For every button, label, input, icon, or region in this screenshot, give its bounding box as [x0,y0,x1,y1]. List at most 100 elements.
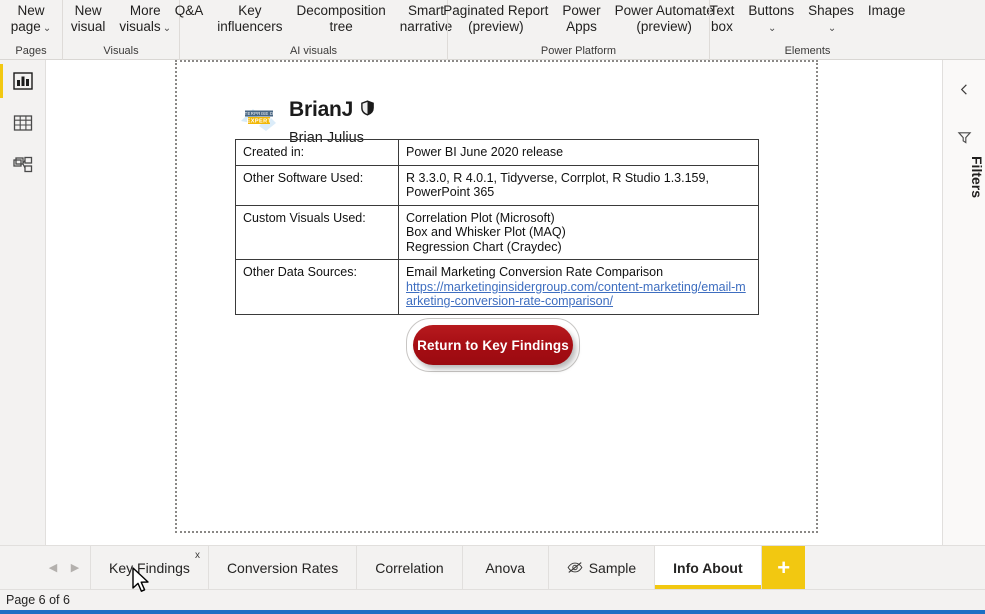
plus-icon: + [777,554,791,580]
model-relationships-icon [12,154,34,176]
next-page-button[interactable]: ▶ [64,555,86,581]
add-page-button[interactable]: + [761,546,805,589]
table-cell-key: Created in: [235,139,399,166]
return-to-key-findings-button[interactable]: Return to Key Findings [413,325,573,365]
ribbon-button-decomposition-tree[interactable]: Decomposition tree [290,1,393,34]
table-row: Other Data Sources: Email Marketing Conve… [235,259,759,315]
return-button-wrapper: Return to Key Findings [406,318,580,372]
table-cell-value: Email Marketing Conversion Rate Comparis… [398,259,759,315]
ribbon-button-new-page[interactable]: New page ⌄ [4,1,58,36]
data-source-link[interactable]: https://marketinginsidergroup.com/conten… [406,280,751,309]
table-cell-value-line: Box and Whisker Plot (MAQ) [406,225,566,239]
ribbon-button-label-line1: Image [867,3,906,18]
ribbon-group-label: Power Platform [540,45,617,57]
ribbon-button-shapes[interactable]: Shapes ⌄ [801,1,861,36]
ribbon-button-qanda[interactable]: Q&A [168,1,211,19]
ribbon-button-label-line2-text: visual [70,18,106,34]
table-icon [12,112,34,134]
page-nav-arrows: ◀ ▶ [0,546,90,589]
view-switcher-rail [0,60,46,553]
tab-key-findings[interactable]: Key Findings x [90,546,208,589]
ribbon-button-label-line2: (preview) [468,19,524,35]
filters-pane-collapsed: Filters [942,60,985,553]
page-tab-list: Key Findings x Conversion Rates Correlation… [90,546,762,589]
verified-shield-icon [360,99,375,121]
previous-page-button[interactable]: ◀ [42,555,64,581]
ribbon-group-elements: Text box Buttons ⌄ Shapes ⌄ Image Elements [709,0,905,60]
ribbon-button-label-line2-text: box [711,18,733,34]
page-tab-bar: ◀ ▶ Key Findings x Conversion Rates Correla… [0,545,985,589]
tab-correlation[interactable]: Correlation [356,546,462,589]
ribbon-button-label-line1: New [17,3,45,18]
page-tab-label: Info About [673,559,743,576]
page-tab-label: Correlation [375,559,444,576]
ribbon-group-label: Visuals [103,45,139,57]
ribbon-button-label-line1: Text [709,3,735,18]
tab-info-about[interactable]: Info About [654,546,762,589]
ribbon-button-text-box[interactable]: Text box [703,1,742,34]
tab-sample[interactable]: Sample [547,546,655,589]
page-indicator: Page 6 of 6 [6,593,70,607]
ribbon-button-new-visual[interactable]: New visual [64,1,113,34]
table-cell-value-line: Power BI June 2020 release [406,145,564,159]
ribbon-group-visuals: New visual More visuals ⌄ Visuals [62,0,179,60]
ribbon-button-label-line1: Decomposition [296,3,386,18]
chevron-left-icon [960,83,967,95]
chevron-down-icon[interactable]: ⌄ [43,23,51,34]
return-to-key-findings-label: Return to Key Findings [417,337,569,353]
ribbon-button-label-line2: tree [330,19,353,35]
ribbon-group-power-platform: Paginated Report (preview) Power Apps Power … [443,0,714,60]
ribbon-button-label-line1: Power [562,3,601,18]
ribbon-button-label-line2: Apps [566,19,597,35]
ribbon-button-label-line2-text: page [10,18,41,34]
ribbon-group-ai-visuals: Q&A Key influencers Decomposition tree Smart n… [175,0,452,60]
ribbon-button-label-line1: Key [238,3,262,18]
tab-conversion-rates[interactable]: Conversion Rates [207,546,357,589]
model-view-button[interactable] [0,144,46,186]
ribbon-button-label-line1: Shapes [808,3,854,18]
ribbon-button-label-line2-text: tree [329,18,353,34]
table-cell-value: Power BI June 2020 release [398,139,759,166]
data-view-button[interactable] [0,102,46,144]
ribbon-group-list: New page ⌄ Pages New visual More visuals ⌄ Visual… [0,0,905,60]
close-page-icon[interactable]: x [195,551,200,561]
table-cell-value-line: R 3.3.0, R 4.0.1, Tidyverse, Corrplot, R… [406,170,709,200]
chevron-down-icon[interactable]: ⌄ [828,23,836,34]
ribbon-button-image[interactable]: Image [861,1,913,19]
ribbon-button-label-line2: visuals ⌄ [119,19,171,37]
bar-chart-icon [12,70,34,92]
author-handle: BrianJ [289,98,354,121]
expand-filters-pane-button[interactable] [943,72,985,106]
hidden-page-eye-icon [567,561,583,574]
ribbon-button-paginated-report[interactable]: Paginated Report (preview) [436,1,555,34]
ribbon-button-label-line2: ⌄ [826,19,836,37]
filter-funnel-icon [943,122,985,152]
report-canvas-area: ENTERPRISE DNA EXPERT BrianJ Brian Juliu… [46,60,942,553]
report-view-button[interactable] [0,60,46,102]
report-info-table: Created in: Power BI June 2020 release Oth… [235,139,759,315]
ribbon-button-key-influencers[interactable]: Key influencers [210,1,289,34]
ribbon-button-power-apps[interactable]: Power Apps [555,1,607,34]
status-bar: Page 6 of 6 [0,589,985,610]
page-tab-label: Sample [588,559,637,576]
table-cell-value-line: Email Marketing Conversion Rate Comparis… [406,265,664,279]
ribbon-button-label-line1: Power Automate [614,3,714,18]
table-cell-key: Custom Visuals Used: [235,204,399,260]
ribbon-button-label-line2-text: (preview) [636,18,692,34]
ribbon-button-buttons[interactable]: Buttons ⌄ [741,1,801,36]
ribbon-button-label-line2: influencers [217,19,282,35]
page-tab-label: Anova [485,559,526,576]
svg-text:ENTERPRISE DNA: ENTERPRISE DNA [239,111,279,116]
svg-text:EXPERT: EXPERT [247,118,272,124]
ribbon-button-label-line2-text: influencers [217,18,283,34]
ribbon-button-label-line1: New [74,3,102,18]
ribbon-button-label-line2-text: Apps [566,18,597,34]
ribbon-button-label-line1: Buttons [748,3,795,18]
ribbon-button-label-line2: (preview) [636,19,692,35]
ribbon-button-label-line2: visual [71,19,106,35]
table-cell-key: Other Software Used: [235,164,399,206]
table-cell-value-line: Correlation Plot (Microsoft) [406,210,555,225]
tab-anova[interactable]: Anova [461,546,548,589]
ribbon-button-label-line2: box [711,19,733,35]
chevron-down-icon[interactable]: ⌄ [768,23,776,34]
